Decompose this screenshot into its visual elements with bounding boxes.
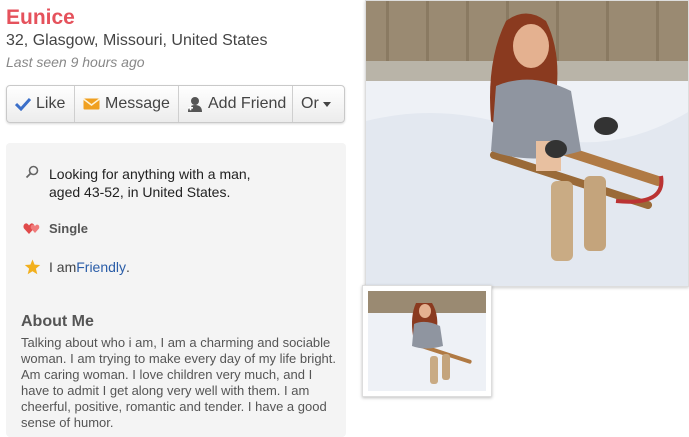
thumbnail-image bbox=[368, 291, 486, 391]
caret-down-icon bbox=[322, 101, 331, 107]
hearts-icon bbox=[23, 221, 41, 235]
looking-for-line-1: Looking for anything with a man, bbox=[49, 166, 251, 182]
personality-row: I am Friendly. bbox=[23, 259, 130, 275]
about-me-text: Talking about who i am, I am a charming … bbox=[21, 335, 337, 430]
action-button-group: Like Message Add Friend Or bbox=[6, 85, 345, 123]
looking-for-row: Looking for anything with a man, aged 43… bbox=[23, 165, 251, 201]
like-button-label: Like bbox=[36, 95, 66, 112]
envelope-icon bbox=[83, 98, 100, 110]
add-friend-button-label: Add Friend bbox=[208, 95, 287, 112]
profile-details-panel: Looking for anything with a man, aged 43… bbox=[6, 143, 346, 437]
message-button[interactable]: Message bbox=[75, 86, 179, 122]
profile-photo-thumbnail[interactable] bbox=[362, 285, 492, 397]
looking-for-text: Looking for anything with a man, aged 43… bbox=[49, 165, 251, 201]
last-seen: Last seen 9 hours ago bbox=[6, 54, 145, 70]
looking-for-line-2: aged 43-52, in United States. bbox=[49, 184, 231, 200]
message-button-label: Message bbox=[105, 95, 170, 112]
photo-woman-on-sled bbox=[366, 1, 688, 286]
main-profile-photo[interactable] bbox=[365, 0, 689, 287]
personality-suffix: . bbox=[126, 259, 130, 275]
profile-info-column: Eunice 32, Glasgow, Missouri, United Sta… bbox=[0, 0, 360, 437]
search-icon bbox=[23, 165, 41, 179]
about-me-heading: About Me bbox=[21, 313, 94, 330]
personality-link[interactable]: Friendly bbox=[76, 259, 126, 275]
relationship-status: Single bbox=[49, 221, 89, 236]
relationship-status-row: Single bbox=[23, 221, 88, 236]
add-person-icon bbox=[187, 96, 203, 112]
checkmark-icon bbox=[15, 97, 31, 111]
star-icon bbox=[23, 259, 41, 275]
like-button[interactable]: Like bbox=[7, 86, 75, 122]
or-button-label: Or bbox=[301, 95, 319, 112]
add-friend-button[interactable]: Add Friend bbox=[179, 86, 293, 122]
profile-name: Eunice bbox=[6, 6, 75, 29]
personality-prefix: I am bbox=[49, 259, 77, 275]
profile-details: 32, Glasgow, Missouri, United States bbox=[6, 32, 268, 49]
or-dropdown-button[interactable]: Or bbox=[293, 86, 344, 122]
